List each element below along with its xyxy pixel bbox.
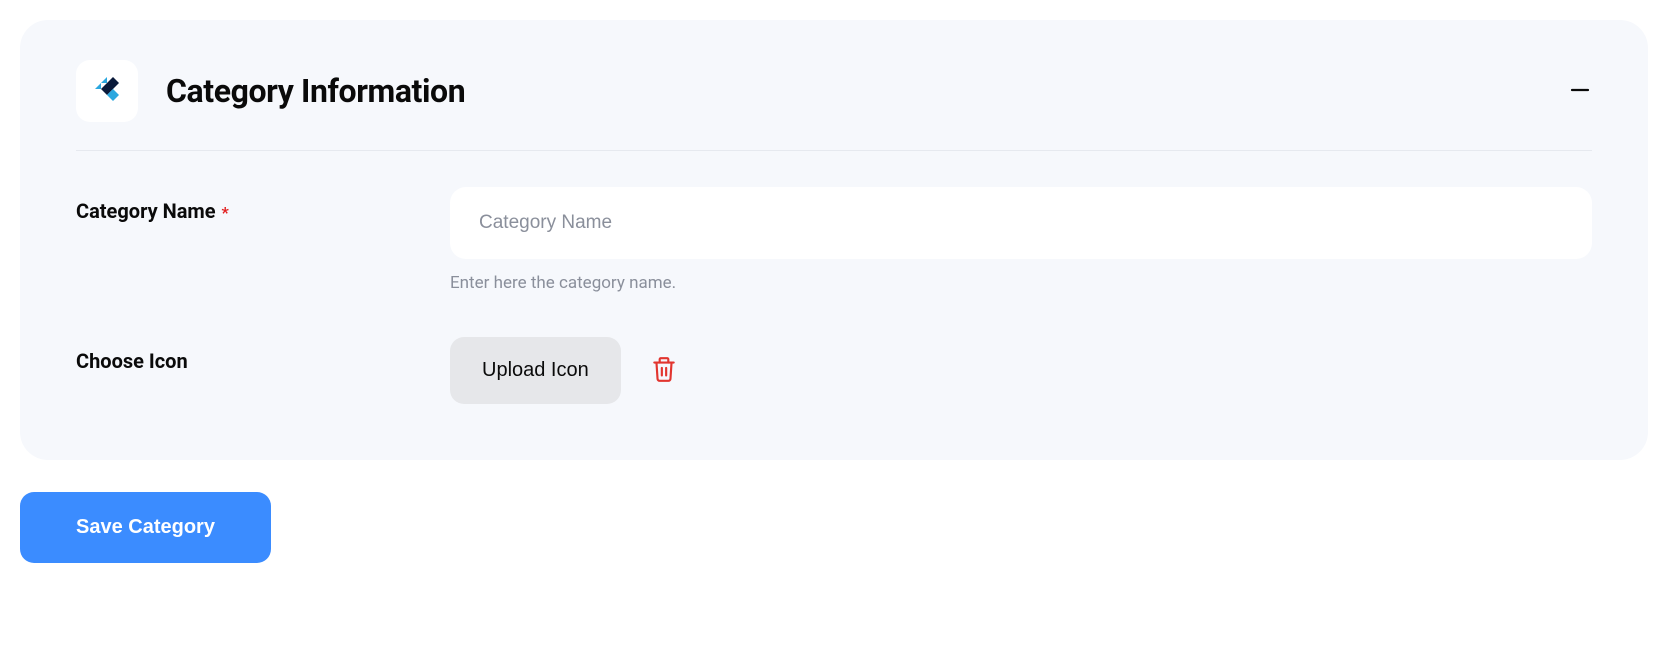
minus-icon: [1570, 80, 1590, 103]
card-title: Category Information: [166, 72, 465, 110]
choose-icon-field-col: Upload Icon: [450, 337, 1592, 404]
category-name-field-col: Enter here the category name.: [450, 187, 1592, 293]
category-information-card: Category Information Category Name * Ent…: [20, 20, 1648, 460]
trash-icon: [651, 355, 677, 386]
upload-icon-button[interactable]: Upload Icon: [450, 337, 621, 404]
category-icon: [89, 71, 125, 111]
card-header: Category Information: [76, 60, 1592, 151]
save-category-button[interactable]: Save Category: [20, 492, 271, 563]
category-name-label: Category Name: [76, 199, 216, 223]
category-name-label-col: Category Name *: [76, 187, 450, 223]
collapse-button[interactable]: [1568, 79, 1592, 103]
delete-icon-button[interactable]: [649, 356, 679, 386]
card-header-left: Category Information: [76, 60, 465, 122]
category-name-row: Category Name * Enter here the category …: [76, 187, 1592, 293]
card-icon-box: [76, 60, 138, 122]
choose-icon-row: Choose Icon Upload Icon: [76, 337, 1592, 404]
upload-row: Upload Icon: [450, 337, 1592, 404]
required-marker: *: [222, 203, 229, 222]
choose-icon-label-col: Choose Icon: [76, 337, 450, 373]
category-name-input[interactable]: [450, 187, 1592, 259]
category-name-help: Enter here the category name.: [450, 273, 1592, 293]
choose-icon-label: Choose Icon: [76, 349, 188, 373]
